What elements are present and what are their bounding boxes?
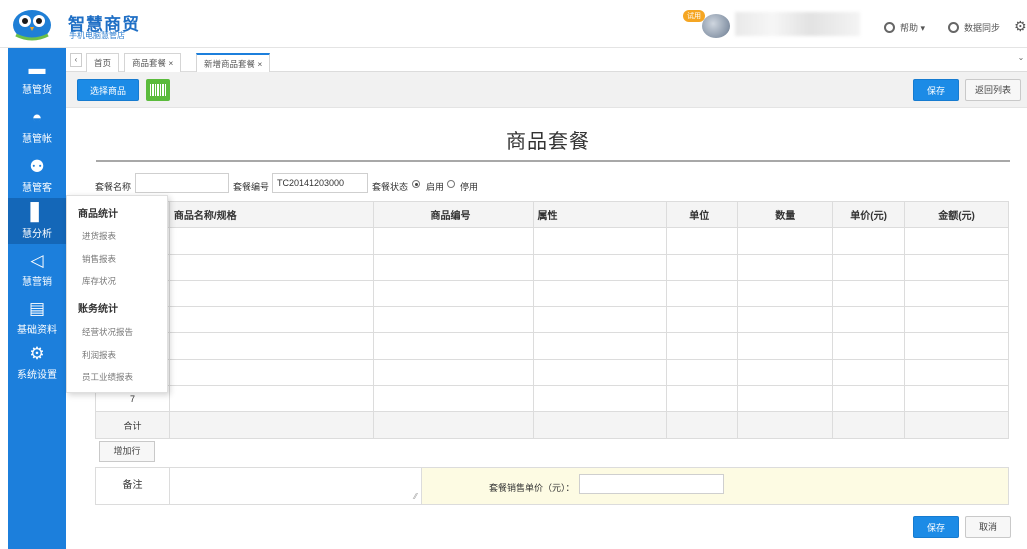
tab-scroll-left-icon[interactable]: ‹ xyxy=(70,53,82,67)
analysis-flyout-menu: 商品统计 进货报表 销售报表 库存状况 账务统计 经营状况报告 利润报表 员工业… xyxy=(66,195,168,393)
bundle-price-cell: 套餐销售单价（元）： xyxy=(422,468,1008,504)
flyout-item-profit-report[interactable]: 利润报表 xyxy=(82,349,116,361)
flyout-item-business-report[interactable]: 经营状况报告 xyxy=(82,326,133,338)
save-button-top[interactable]: 保存 xyxy=(913,79,959,101)
table-row[interactable]: 1 xyxy=(95,227,1009,255)
table-row[interactable]: 6 xyxy=(95,358,1009,387)
cancel-button[interactable]: 取消 xyxy=(965,516,1011,538)
flyout-item-sales-report[interactable]: 销售报表 xyxy=(82,253,116,265)
data-sync-link[interactable]: 数据同步 xyxy=(948,21,1000,34)
table-row[interactable]: 4 xyxy=(95,306,1009,334)
store-icon: ▬ xyxy=(28,59,46,78)
table-header: 单位 xyxy=(666,200,739,229)
table-row[interactable]: 7 xyxy=(95,385,1009,413)
back-to-list-button[interactable]: 返回列表 xyxy=(965,79,1021,101)
sidebar-item-label: 慧管客 xyxy=(22,183,52,194)
table-row[interactable]: 5 xyxy=(95,332,1009,360)
resize-grip-icon[interactable]: ⁄⁄ xyxy=(414,492,417,501)
table-header-row: 商品名称/规格 商品编号 属性 单位 数量 单价(元) 金额(元) xyxy=(95,200,1009,229)
flyout-group-finance-stats: 账务统计 xyxy=(78,304,118,315)
sync-label: 数据同步 xyxy=(964,23,1001,33)
tab-new-product-bundle[interactable]: 新增商品套餐 × xyxy=(196,53,271,72)
help-label: 帮助 ▾ xyxy=(900,23,926,33)
flyout-item-purchase-report[interactable]: 进货报表 xyxy=(82,230,116,242)
table-header: 属性 xyxy=(532,200,668,229)
sidebar-item-marketing[interactable]: ◁ 慧营销 xyxy=(8,251,66,289)
sidebar-item-label: 系统设置 xyxy=(17,370,57,381)
table-header: 单价(元) xyxy=(832,200,906,229)
table-header: 商品名称/规格 xyxy=(168,200,374,229)
bundle-name-label: 套餐名称 xyxy=(95,182,132,192)
user-avatar[interactable] xyxy=(702,14,730,38)
sidebar-item-basic-data[interactable]: ▤ 基础资料 xyxy=(8,299,66,337)
trial-badge: 试用 xyxy=(683,10,705,22)
help-icon xyxy=(884,22,895,33)
sidebar-item-label: 慧管货 xyxy=(22,85,52,96)
title-divider xyxy=(96,160,1010,162)
ledger-icon: ◓ xyxy=(31,108,43,127)
status-disabled-label: 停用 xyxy=(460,182,479,192)
table-row[interactable]: 2 xyxy=(95,253,1009,281)
goods-table: 商品名称/规格 商品编号 属性 单位 数量 单价(元) 金额(元) 1 2 3 … xyxy=(95,200,1009,439)
table-header: 金额(元) xyxy=(904,200,1009,229)
status-enabled-radio[interactable] xyxy=(412,180,420,188)
top-header: 智慧商贸 手机电脑慧管店 试用 帮助 ▾ 数据同步 ⚙ xyxy=(0,0,1027,48)
table-total-row: 合计 xyxy=(95,411,1009,439)
main-content: 商品套餐 套餐名称 套餐编号 TC20141203000 套餐状态 启用 停用 … xyxy=(66,108,1027,549)
toolbar: 选择商品 保存 返回列表 xyxy=(66,72,1027,108)
tab-product-bundle[interactable]: 商品套餐 × xyxy=(124,53,182,72)
sidebar-item-customers[interactable]: ⚉ 慧管客 xyxy=(8,157,66,195)
tab-bar: ‹ 首页 商品套餐 × 新增商品套餐 × ⌄ xyxy=(66,48,1027,72)
status-disabled-radio[interactable] xyxy=(447,180,455,188)
bar-chart-icon: ▋ xyxy=(30,203,44,222)
table-row[interactable]: 3 xyxy=(95,279,1009,308)
sidebar-item-label: 慧管帐 xyxy=(22,134,52,145)
total-label: 合计 xyxy=(95,411,170,439)
flyout-group-goods-stats: 商品统计 xyxy=(78,209,118,220)
status-enabled-label: 启用 xyxy=(426,182,445,192)
barcode-icon xyxy=(150,84,166,96)
bundle-code-input[interactable]: TC20141203000 xyxy=(272,173,368,193)
sidebar-item-analysis[interactable]: ▋ 慧分析 xyxy=(8,198,66,244)
page-title: 商品套餐 xyxy=(506,131,590,153)
owl-logo-icon xyxy=(13,10,51,41)
sidebar-item-label: 慧分析 xyxy=(22,229,52,240)
bundle-code-label: 套餐编号 xyxy=(233,182,270,192)
brand-subtitle: 手机电脑慧管店 xyxy=(69,31,125,40)
bundle-price-label: 套餐销售单价（元）： xyxy=(489,483,575,493)
sidebar-item-label: 基础资料 xyxy=(17,325,57,336)
add-row-button[interactable]: 增加行 xyxy=(99,441,155,462)
tag-icon: ◁ xyxy=(30,251,44,270)
select-goods-button[interactable]: 选择商品 xyxy=(77,79,139,101)
bundle-name-input[interactable] xyxy=(135,173,229,193)
customers-icon: ⚉ xyxy=(29,157,45,176)
book-icon: ▤ xyxy=(28,299,46,318)
sidebar-item-label: 慧营销 xyxy=(22,277,52,288)
table-header: 数量 xyxy=(737,200,834,229)
note-label: 备注 xyxy=(96,468,170,504)
tab-home[interactable]: 首页 xyxy=(86,53,120,72)
table-header: 商品编号 xyxy=(372,200,534,229)
sidebar-item-goods[interactable]: ▬ 慧管货 xyxy=(8,59,66,97)
sidebar-item-settings[interactable]: ⚙ 系统设置 xyxy=(8,344,66,382)
gear-icon[interactable]: ⚙ xyxy=(1014,18,1027,35)
flyout-item-staff-performance[interactable]: 员工业绩报表 xyxy=(82,371,133,383)
note-textarea[interactable]: ⁄⁄ xyxy=(170,468,422,504)
sidebar: ▬ 慧管货 ◓ 慧管帐 ⚉ 慧管客 ▋ 慧分析 ◁ 慧营销 ▤ 基础资料 ⚙ 系… xyxy=(8,48,66,549)
help-menu[interactable]: 帮助 ▾ xyxy=(884,21,925,34)
note-section: 备注 ⁄⁄ 套餐销售单价（元）： xyxy=(95,467,1009,505)
save-button-bottom[interactable]: 保存 xyxy=(913,516,959,538)
user-name-blurred[interactable] xyxy=(735,12,860,36)
tab-dropdown-icon[interactable]: ⌄ xyxy=(1015,53,1027,67)
sidebar-item-accounts[interactable]: ◓ 慧管帐 xyxy=(8,108,66,146)
barcode-button[interactable] xyxy=(146,79,170,101)
flyout-item-inventory-status[interactable]: 库存状况 xyxy=(82,275,116,287)
sync-icon xyxy=(948,22,959,33)
bundle-price-input[interactable] xyxy=(579,474,724,494)
bundle-status-label: 套餐状态 xyxy=(372,182,409,192)
settings-icon: ⚙ xyxy=(29,344,45,363)
